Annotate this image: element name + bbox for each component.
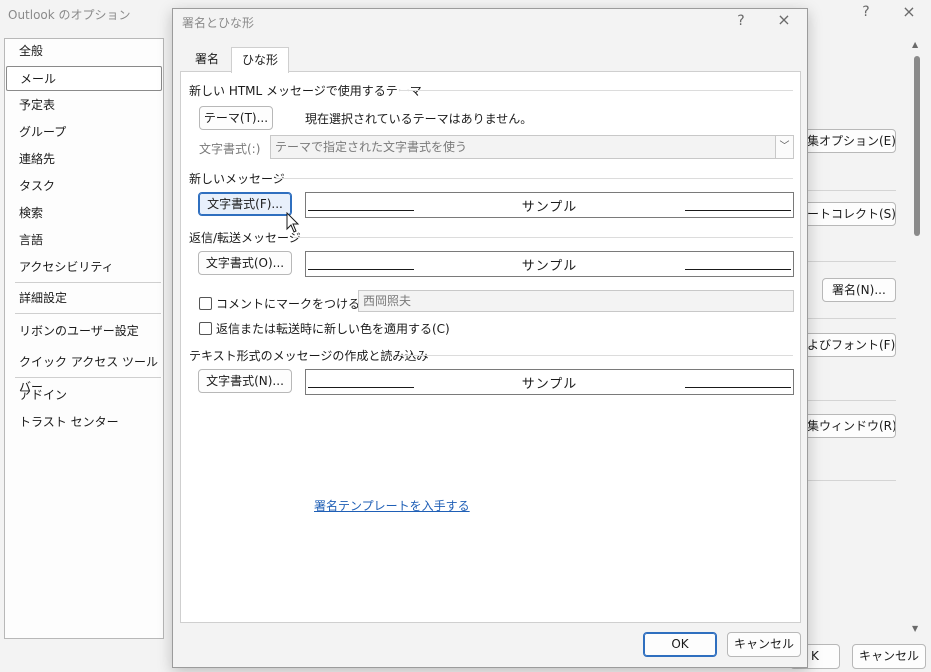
options-nav: 全般 メール 予定表 グループ 連絡先 タスク 検索 言語 アクセシビリティ 詳…	[4, 38, 164, 639]
nav-item-accessibility[interactable]: アクセシビリティ	[5, 255, 163, 280]
help-icon[interactable]: ?	[733, 13, 749, 29]
window-title: Outlook のオプション	[8, 8, 131, 22]
reply-font-button[interactable]: 文字書式(O)...	[198, 251, 292, 275]
theme-section-label: 新しい HTML メッセージで使用するテーマ	[189, 84, 422, 98]
nav-item-quick-access-toolbar[interactable]: クイック アクセス ツール バー	[5, 350, 163, 394]
options-scrollbar[interactable]: ▲ ▼	[910, 40, 924, 636]
pick-new-color-checkbox[interactable]	[199, 322, 212, 335]
mouse-pointer-icon	[286, 212, 300, 233]
nav-item-search[interactable]: 検索	[5, 201, 163, 226]
plain-text-section-label: テキスト形式のメッセージの作成と読み込み	[189, 349, 429, 363]
section-divider	[808, 261, 896, 262]
sample-text: サンプル	[521, 259, 578, 274]
section-divider	[808, 318, 896, 319]
nav-item-mail[interactable]: メール	[6, 66, 162, 91]
chevron-down-icon[interactable]: ﹀	[775, 136, 793, 158]
section-rule	[399, 355, 793, 356]
cancel-button[interactable]: キャンセル	[727, 632, 801, 657]
section-rule	[399, 90, 793, 91]
section-divider	[808, 190, 896, 191]
stationery-panel: 新しい HTML メッセージで使用するテーマ テーマ(T)... 現在選択されて…	[180, 71, 801, 623]
nav-item-trust-center[interactable]: トラスト センター	[5, 410, 163, 435]
section-rule	[275, 178, 793, 179]
nav-item-addins[interactable]: アドイン	[5, 383, 163, 408]
nav-item-language[interactable]: 言語	[5, 228, 163, 253]
plain-text-sample: サンプル	[305, 369, 794, 395]
nav-item-tasks[interactable]: タスク	[5, 174, 163, 199]
nav-item-contacts[interactable]: 連絡先	[5, 147, 163, 172]
signatures-stationery-dialog: 署名とひな形 ? × 署名 ひな形 新しい HTML メッセージで使用するテーマ…	[172, 8, 808, 668]
tab-signature[interactable]: 署名	[183, 47, 231, 72]
nav-divider	[15, 313, 161, 314]
nav-item-groups[interactable]: グループ	[5, 120, 163, 145]
new-message-font-button[interactable]: 文字書式(F)...	[198, 192, 292, 216]
get-signature-templates-link[interactable]: 署名テンプレートを入手する	[314, 497, 470, 514]
sample-line	[685, 387, 791, 388]
mark-comments-input[interactable]: 西岡照夫	[358, 290, 794, 312]
plain-text-font-button[interactable]: 文字書式(N)...	[198, 369, 292, 393]
scroll-thumb[interactable]	[914, 56, 920, 236]
new-message-section-label: 新しいメッセージ	[189, 172, 285, 186]
nav-divider	[15, 282, 161, 283]
reply-forward-section-label: 返信/転送メッセージ	[189, 231, 301, 245]
theme-font-select[interactable]: テーマで指定された文字書式を使う ﹀	[270, 135, 794, 159]
dialog-title: 署名とひな形	[182, 16, 255, 30]
tab-stationery[interactable]: ひな形	[231, 47, 289, 73]
theme-status-text: 現在選択されているテーマはありません。	[305, 112, 533, 126]
mark-comments-checkbox[interactable]	[199, 297, 212, 310]
pick-new-color-label: 返信または転送時に新しい色を適用する(C)	[216, 322, 450, 336]
nav-item-customize-ribbon[interactable]: リボンのユーザー設定	[5, 319, 163, 344]
font-label: 文字書式(:)	[199, 142, 261, 156]
sample-text: サンプル	[521, 377, 578, 392]
sample-text: サンプル	[521, 200, 578, 215]
options-cancel-button[interactable]: キャンセル	[852, 644, 926, 669]
nav-item-calendar[interactable]: 予定表	[5, 93, 163, 118]
section-rule	[293, 237, 793, 238]
nav-divider	[15, 377, 161, 378]
section-divider	[808, 480, 896, 481]
scroll-down-icon[interactable]: ▼	[912, 624, 918, 633]
theme-button[interactable]: テーマ(T)...	[199, 106, 273, 130]
close-icon[interactable]: ×	[900, 2, 918, 21]
ok-button[interactable]: OK	[643, 632, 717, 657]
new-message-sample: サンプル	[305, 192, 794, 218]
theme-font-select-value: テーマで指定された文字書式を使う	[275, 140, 468, 154]
reply-sample: サンプル	[305, 251, 794, 277]
section-divider	[808, 400, 896, 401]
scroll-up-icon[interactable]: ▲	[912, 40, 918, 49]
help-icon[interactable]: ?	[858, 4, 874, 20]
sample-line	[685, 210, 791, 211]
sample-line	[685, 269, 791, 270]
signatures-button[interactable]: 署名(N)...	[822, 278, 896, 302]
close-icon[interactable]: ×	[775, 10, 793, 29]
nav-item-general[interactable]: 全般	[5, 39, 163, 64]
nav-item-advanced[interactable]: 詳細設定	[5, 286, 163, 311]
